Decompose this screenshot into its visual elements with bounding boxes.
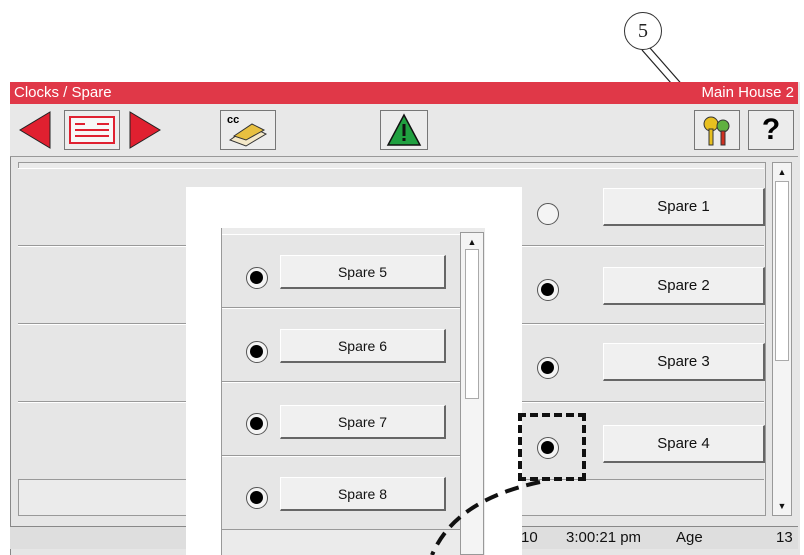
zoom-connector-arc [430, 480, 541, 555]
